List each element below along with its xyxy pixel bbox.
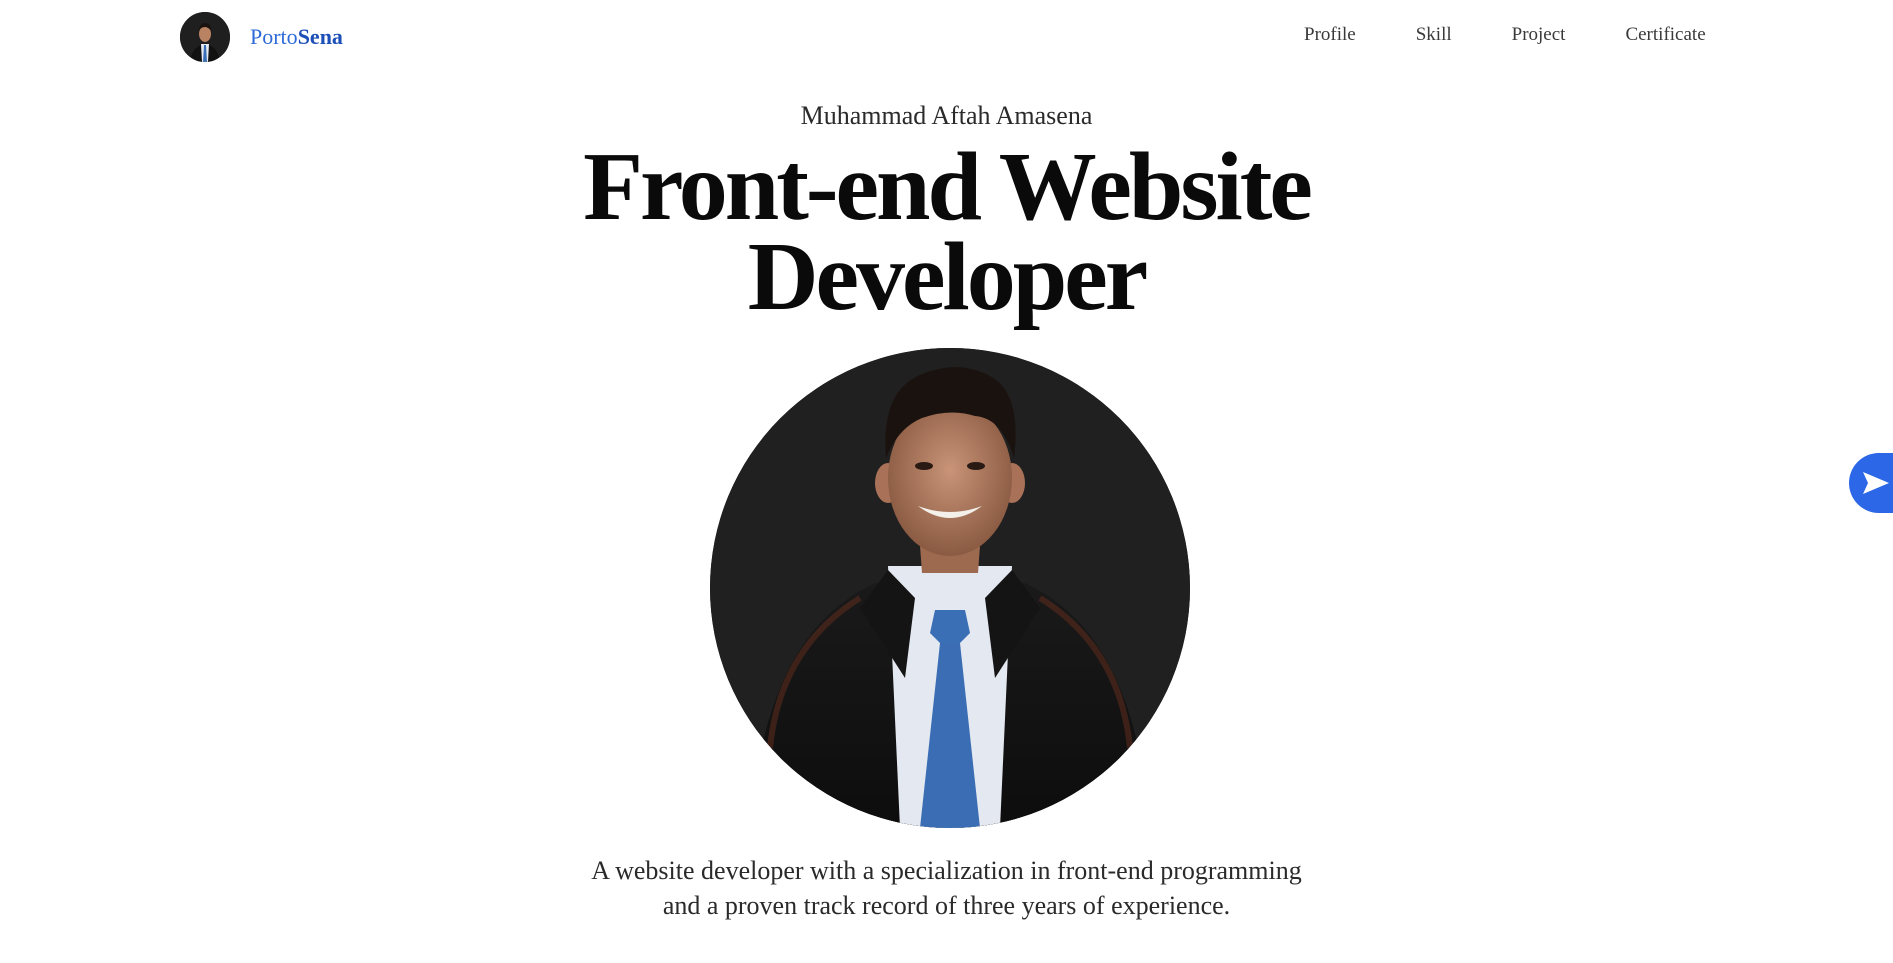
brand-avatar [180,12,230,62]
hero-name: Muhammad Aftah Amasena [800,101,1093,130]
hero-description-line2: and a proven track record of three years… [662,891,1231,920]
hero-portrait [710,348,1190,828]
send-icon [1863,472,1889,494]
top-navbar: PortoSena Profile Skill Project Certific… [0,0,1893,72]
portrait-photo-icon [710,348,1190,828]
nav-link-certificate[interactable]: Certificate [1625,24,1705,46]
brand-name: PortoSena [250,24,343,50]
nav-link-project[interactable]: Project [1512,24,1566,46]
brand-name-part1: Porto [250,24,298,49]
brand-logo[interactable]: PortoSena [180,12,343,62]
hero-description: A website developer with a specializatio… [0,853,1893,923]
hero-title: Front-end Website Developer [0,138,1893,326]
avatar-photo-icon [180,12,230,62]
contact-fab-button[interactable] [1849,453,1893,513]
hero-description-line1: A website developer with a specializatio… [591,856,1302,885]
hero-title-line2: Developer [747,223,1148,331]
nav-links: Profile Skill Project Certificate [1304,24,1706,46]
brand-name-part2: Sena [297,24,343,49]
nav-link-profile[interactable]: Profile [1304,24,1356,46]
nav-link-skill[interactable]: Skill [1416,24,1452,46]
